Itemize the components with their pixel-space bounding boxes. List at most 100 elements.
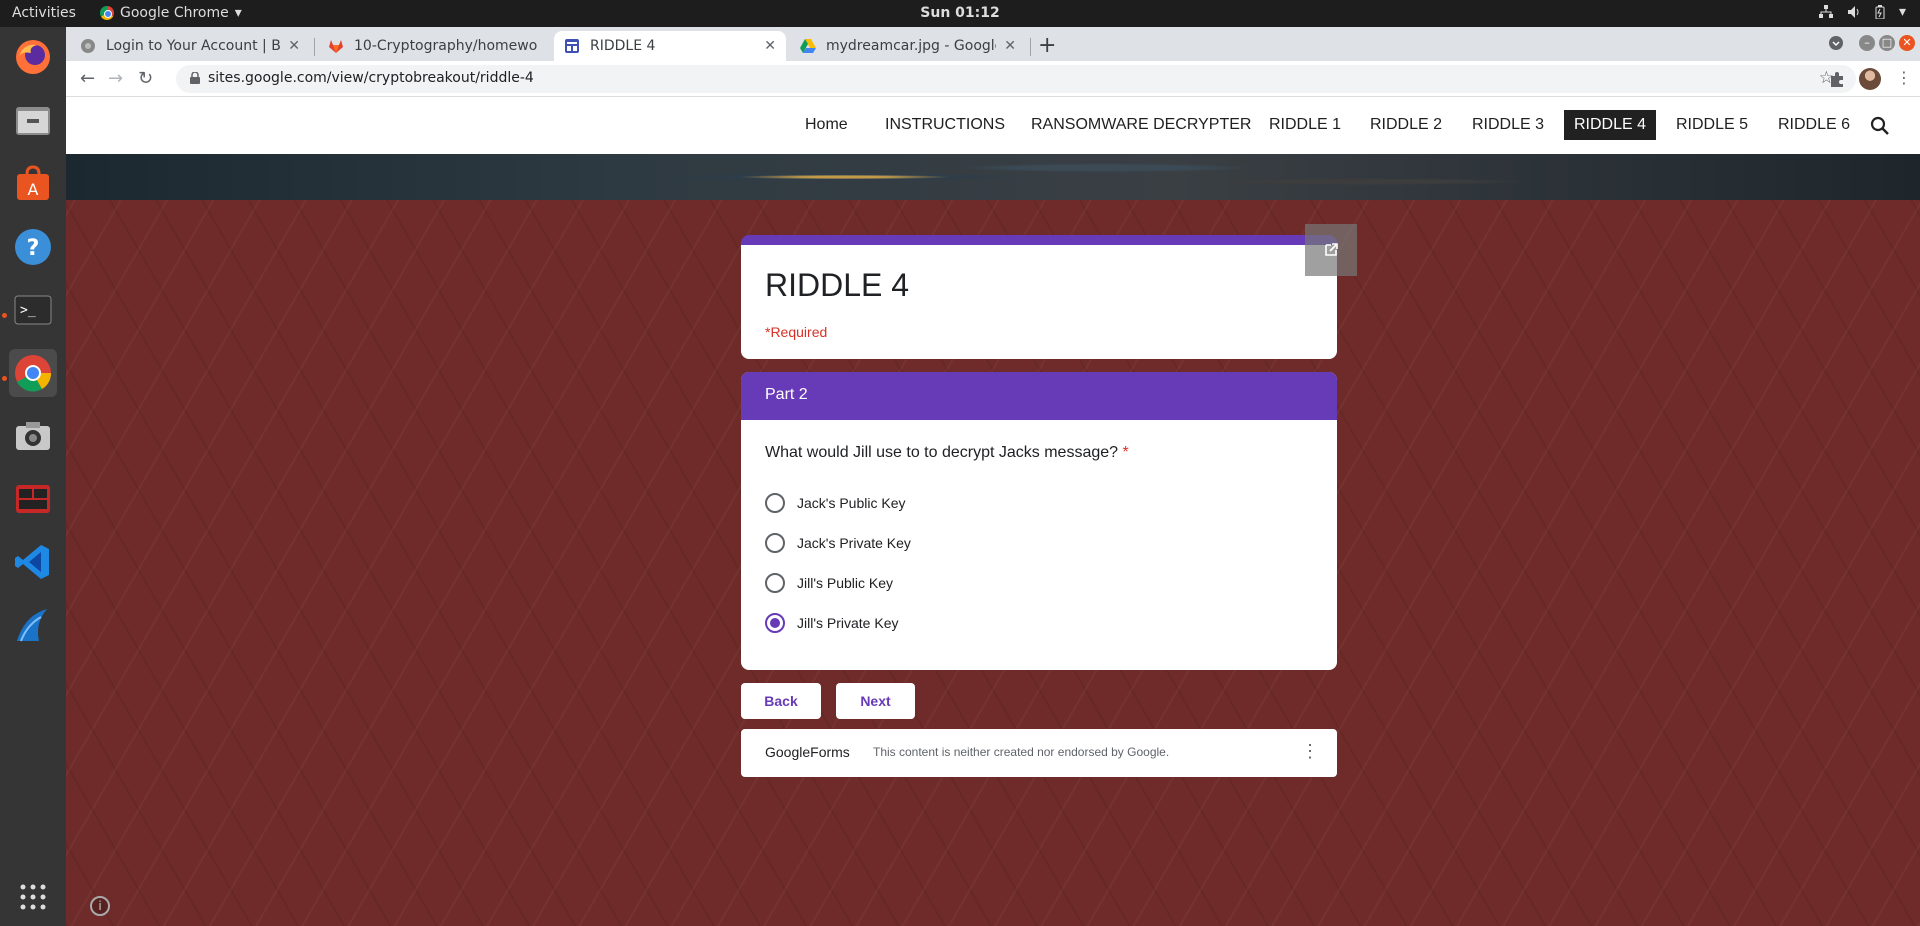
tab-riddle-4[interactable]: RIDDLE 4 ✕ (554, 31, 786, 61)
google-sites-icon (565, 39, 579, 53)
option-label: Jack's Public Key (797, 495, 906, 511)
back-arrow-icon[interactable]: ← (80, 68, 95, 89)
form-title-card: RIDDLE 4 *Required (741, 235, 1337, 359)
radio-button-selected[interactable] (765, 613, 785, 633)
google-drive-icon (800, 39, 816, 53)
show-applications-icon[interactable] (9, 873, 57, 921)
option-jills-public-key[interactable]: Jill's Public Key (765, 572, 893, 594)
tab-label: 10-Cryptography/homewo (354, 38, 538, 54)
tab-label: mydreamcar.jpg - Google (826, 38, 997, 54)
search-icon[interactable] (1870, 116, 1890, 136)
minimize-button[interactable]: – (1859, 35, 1875, 51)
chrome-dock-icon[interactable] (9, 349, 57, 397)
radio-button[interactable] (765, 573, 785, 593)
tab-strip: Login to Your Account | B ✕ 10-Cryptogra… (66, 27, 1920, 61)
required-asterisk: * (1122, 444, 1129, 461)
firefox-icon[interactable] (9, 33, 57, 81)
reload-icon[interactable]: ↻ (138, 68, 153, 89)
question-label: What would Jill use to to decrypt Jacks … (765, 444, 1119, 461)
app-menu[interactable]: Google Chrome ▾ (100, 5, 242, 21)
disclaimer-text: This content is neither created nor endo… (873, 745, 1170, 759)
chrome-window: Login to Your Account | B ✕ 10-Cryptogra… (66, 27, 1920, 926)
nav-instructions[interactable]: INSTRUCTIONS (885, 116, 1005, 134)
clock[interactable]: Sun 01:12 (920, 5, 999, 21)
question-text: What would Jill use to to decrypt Jacks … (765, 444, 1129, 462)
forward-arrow-icon[interactable]: → (108, 68, 123, 89)
chrome-icon (100, 6, 114, 20)
close-window-button[interactable]: ✕ (1899, 35, 1915, 51)
help-icon[interactable]: ? (9, 223, 57, 271)
next-button[interactable]: Next (836, 683, 915, 719)
radio-button[interactable] (765, 533, 785, 553)
nav-riddle-4[interactable]: RIDDLE 4 (1564, 110, 1657, 140)
svg-text:>_: >_ (20, 303, 36, 318)
tab-login[interactable]: Login to Your Account | B ✕ (70, 31, 310, 61)
chevron-down-icon: ▾ (234, 5, 242, 21)
nav-riddle-2[interactable]: RIDDLE 2 (1370, 116, 1442, 134)
tab-search-icon[interactable] (1828, 35, 1844, 51)
lock-icon (190, 72, 200, 84)
option-jacks-public-key[interactable]: Jack's Public Key (765, 492, 906, 514)
system-tray[interactable]: ▾ (1818, 4, 1906, 20)
files-icon[interactable] (9, 97, 57, 145)
address-bar[interactable]: sites.google.com/view/cryptobreakout/rid… (176, 65, 1856, 93)
web-page: Home INSTRUCTIONS RANSOMWARE DECRYPTER R… (66, 98, 1920, 926)
nav-riddle-3[interactable]: RIDDLE 3 (1472, 116, 1544, 134)
svg-text:A: A (28, 180, 39, 199)
option-jacks-private-key[interactable]: Jack's Private Key (765, 532, 911, 554)
back-button[interactable]: Back (741, 683, 821, 719)
dock: A ? >_ (0, 27, 66, 926)
browser-toolbar: ← → ↻ sites.google.com/view/cryptobreako… (66, 61, 1920, 97)
screenshot-icon[interactable] (9, 412, 57, 460)
network-icon (1818, 5, 1833, 18)
app-menu-label: Google Chrome (120, 5, 229, 21)
software-center-icon[interactable]: A (9, 160, 57, 208)
power-menu-chevron-icon: ▾ (1898, 4, 1906, 20)
radio-button[interactable] (765, 493, 785, 513)
open-in-new-window-button[interactable] (1305, 224, 1357, 276)
nav-riddle-5[interactable]: RIDDLE 5 (1676, 116, 1748, 134)
url-text: sites.google.com/view/cryptobreakout/rid… (208, 70, 534, 86)
close-icon[interactable]: ✕ (288, 38, 300, 54)
forms-footer: GoogleForms This content is neither crea… (741, 729, 1337, 777)
section-title: Part 2 (741, 372, 1337, 420)
form-title: RIDDLE 4 (765, 267, 910, 303)
option-label: Jill's Public Key (797, 575, 894, 591)
activities-button[interactable]: Activities (12, 5, 76, 21)
extensions-icon[interactable] (1828, 70, 1846, 88)
question-section-card: Part 2 What would Jill use to to decrypt… (741, 372, 1337, 670)
option-jills-private-key[interactable]: Jill's Private Key (765, 612, 898, 634)
site-info-icon[interactable]: i (90, 896, 110, 916)
nav-ransomware-decrypter[interactable]: RANSOMWARE DECRYPTER (1031, 116, 1251, 134)
maximize-button[interactable]: □ (1879, 35, 1895, 51)
option-label: Jack's Private Key (797, 535, 911, 551)
option-label: Jill's Private Key (797, 615, 899, 631)
gitlab-icon (329, 40, 343, 53)
header-banner-image (66, 154, 1920, 200)
tab-drive[interactable]: mydreamcar.jpg - Google ✕ (790, 31, 1026, 61)
more-menu-icon[interactable]: ⋮ (1896, 68, 1912, 87)
more-options-icon[interactable]: ⋮ (1301, 741, 1319, 762)
vscode-icon[interactable] (9, 538, 57, 586)
external-link-icon (1325, 243, 1338, 256)
globe-icon (81, 39, 95, 53)
google-forms-logo[interactable]: GoogleForms (765, 744, 850, 760)
tab-label: RIDDLE 4 (590, 38, 656, 54)
volume-icon (1847, 6, 1859, 18)
terminal-icon[interactable]: >_ (9, 286, 57, 334)
svg-text:?: ? (27, 236, 40, 261)
new-tab-button[interactable]: + (1038, 33, 1056, 58)
tab-label: Login to Your Account | B (106, 38, 281, 54)
profile-avatar[interactable] (1859, 68, 1881, 90)
close-icon[interactable]: ✕ (1004, 38, 1016, 54)
nav-riddle-6[interactable]: RIDDLE 6 (1778, 116, 1850, 134)
battery-icon (1875, 5, 1885, 19)
nav-home[interactable]: Home (805, 116, 848, 134)
site-navigation: Home INSTRUCTIONS RANSOMWARE DECRYPTER R… (66, 98, 1920, 154)
close-icon[interactable]: ✕ (764, 38, 776, 54)
remote-desktop-icon[interactable] (9, 475, 57, 523)
wireshark-icon[interactable] (9, 601, 57, 649)
required-note: *Required (765, 324, 828, 340)
system-top-bar: Activities Google Chrome ▾ Sun 01:12 ▾ (0, 0, 1920, 27)
nav-riddle-1[interactable]: RIDDLE 1 (1269, 116, 1341, 134)
